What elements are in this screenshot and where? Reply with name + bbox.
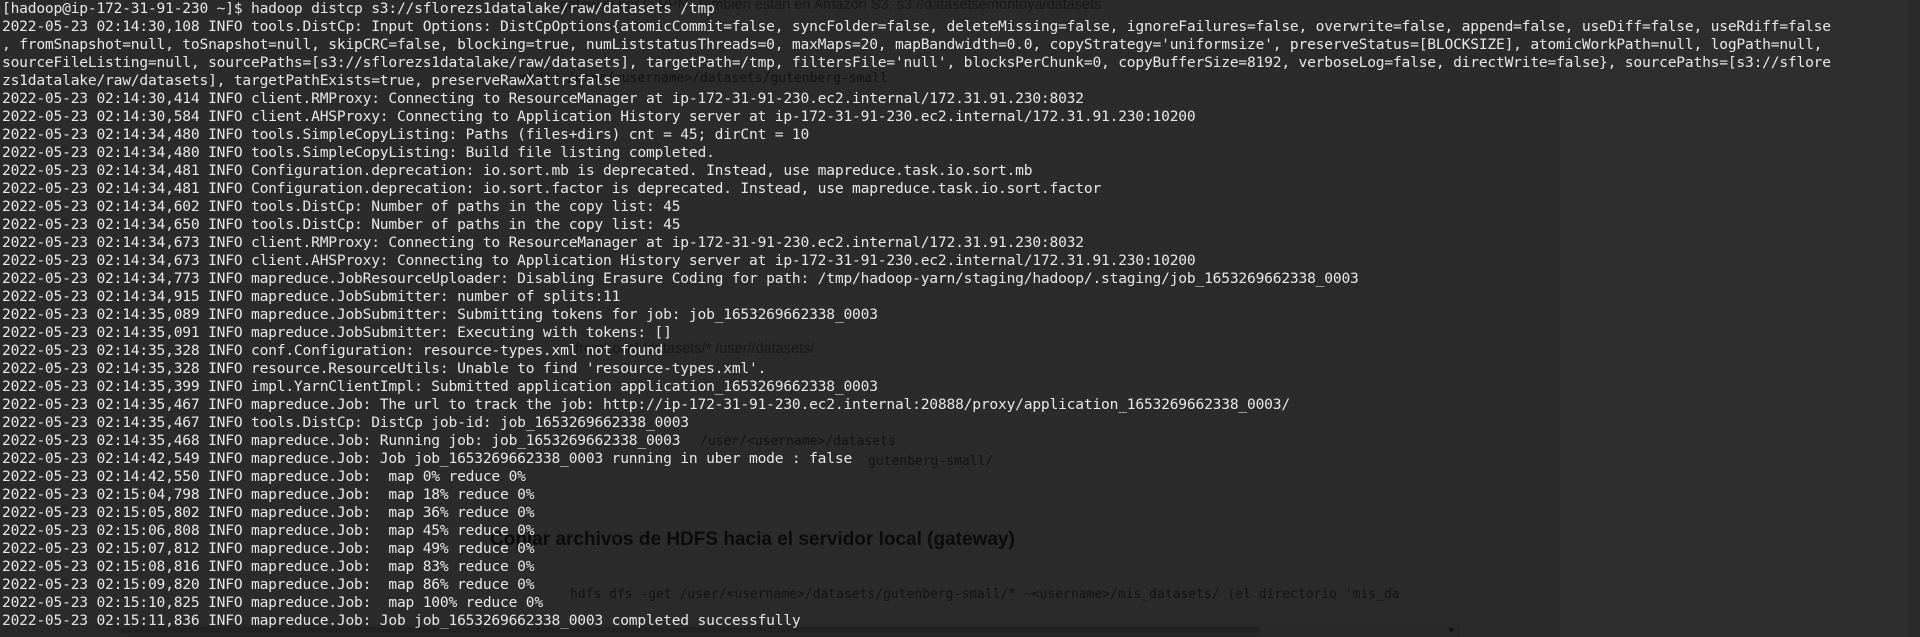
terminal-log-line: 2022-05-23 02:15:09,820 INFO mapreduce.J… xyxy=(2,576,535,593)
horizontal-scrollbar-thumb[interactable] xyxy=(120,627,1260,633)
terminal-prompt-line: [hadoop@ip-172-31-91-230 ~]$ hadoop dist… xyxy=(2,0,715,17)
terminal-window[interactable]: [hadoop@ip-172-31-91-230 ~]$ hadoop dist… xyxy=(0,0,1920,637)
terminal-log-line: 2022-05-23 02:15:04,798 INFO mapreduce.J… xyxy=(2,486,535,503)
terminal-log-line: 2022-05-23 02:14:34,673 INFO client.AHSP… xyxy=(2,252,1196,269)
terminal-log-line: 2022-05-23 02:14:30,584 INFO client.AHSP… xyxy=(2,108,1196,125)
terminal-log-line: 2022-05-23 02:14:42,550 INFO mapreduce.J… xyxy=(2,468,526,485)
terminal-log-line: 2022-05-23 02:14:35,091 INFO mapreduce.J… xyxy=(2,324,672,341)
terminal-log-line: 2022-05-23 02:14:34,480 INFO tools.Simpl… xyxy=(2,144,715,161)
terminal-log-line: 2022-05-23 02:14:30,108 INFO tools.DistC… xyxy=(2,18,1831,35)
terminal-log-line: 2022-05-23 02:14:34,773 INFO mapreduce.J… xyxy=(2,270,1359,287)
terminal-log-line: 2022-05-23 02:15:08,816 INFO mapreduce.J… xyxy=(2,558,535,575)
terminal-log-line: 2022-05-23 02:14:30,414 INFO client.RMPr… xyxy=(2,90,1084,107)
terminal-log-line: 2022-05-23 02:14:35,328 INFO resource.Re… xyxy=(2,360,767,377)
terminal-log-line: 2022-05-23 02:14:34,481 INFO Configurati… xyxy=(2,180,1102,197)
vertical-scrollbar[interactable] xyxy=(1908,0,1920,637)
terminal-log-line: , fromSnapshot=null, toSnapshot=null, sk… xyxy=(2,36,1823,53)
terminal-log-line: 2022-05-23 02:14:34,650 INFO tools.DistC… xyxy=(2,216,681,233)
terminal-log-line: 2022-05-23 02:14:35,468 INFO mapreduce.J… xyxy=(2,432,681,449)
terminal-log-line: sourceFileListing=null, sourcePaths=[s3:… xyxy=(2,54,1831,71)
terminal-log-line: 2022-05-23 02:15:10,825 INFO mapreduce.J… xyxy=(2,594,543,611)
terminal-log-line: 2022-05-23 02:14:35,467 INFO tools.DistC… xyxy=(2,414,689,431)
terminal-log-line: 2022-05-23 02:14:42,549 INFO mapreduce.J… xyxy=(2,450,853,467)
terminal-log-line: zs1datalake/raw/datasets], targetPathExi… xyxy=(2,72,621,89)
terminal-log-line: 2022-05-23 02:14:34,602 INFO tools.DistC… xyxy=(2,198,681,215)
terminal-log-line: 2022-05-23 02:14:34,480 INFO tools.Simpl… xyxy=(2,126,810,143)
terminal-log-line: 2022-05-23 02:14:35,467 INFO mapreduce.J… xyxy=(2,396,1290,413)
horizontal-scrollbar[interactable] xyxy=(0,624,1460,637)
terminal-log-line: 2022-05-23 02:15:06,808 INFO mapreduce.J… xyxy=(2,522,535,539)
terminal-log-line: 2022-05-23 02:15:07,812 INFO mapreduce.J… xyxy=(2,540,535,557)
terminal-log-line: 2022-05-23 02:14:35,399 INFO impl.YarnCl… xyxy=(2,378,878,395)
chevron-right-icon[interactable]: ▸ xyxy=(1446,624,1458,637)
terminal-log-line: 2022-05-23 02:14:35,089 INFO mapreduce.J… xyxy=(2,306,878,323)
terminal-log-line: 2022-05-23 02:14:34,915 INFO mapreduce.J… xyxy=(2,288,621,305)
terminal-log-line: 2022-05-23 02:14:35,328 INFO conf.Config… xyxy=(2,342,664,359)
terminal-output[interactable]: [hadoop@ip-172-31-91-230 ~]$ hadoop dist… xyxy=(0,0,1920,630)
terminal-log-line: 2022-05-23 02:15:05,802 INFO mapreduce.J… xyxy=(2,504,535,521)
terminal-log-line: 2022-05-23 02:14:34,481 INFO Configurati… xyxy=(2,162,1033,179)
terminal-log-line: 2022-05-23 02:14:34,673 INFO client.RMPr… xyxy=(2,234,1084,251)
